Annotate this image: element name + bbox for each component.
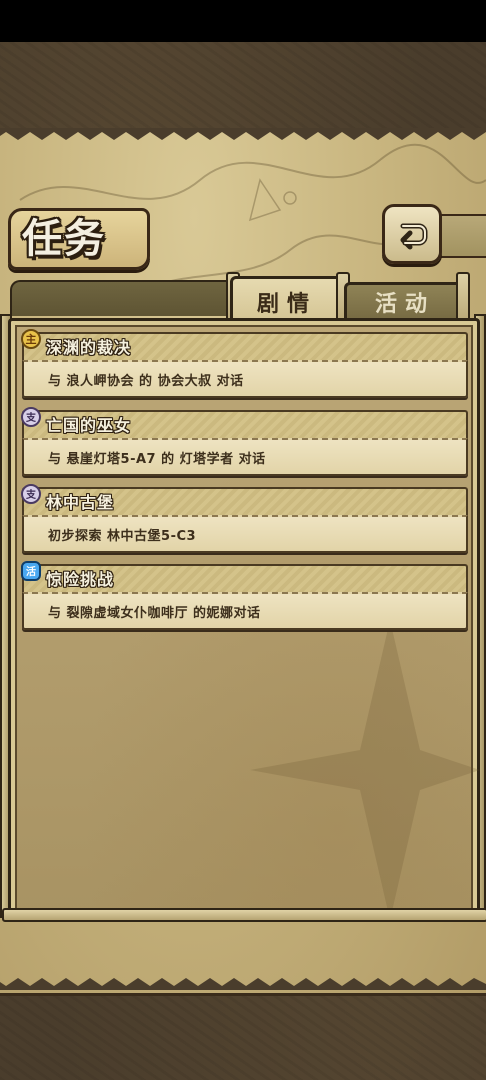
side-quest-icon: 支: [21, 484, 41, 504]
quest-description: 与 悬崖灯塔5-A7 的 灯塔学者 对话: [48, 452, 266, 467]
svg-text:支: 支: [25, 488, 37, 501]
tab-event[interactable]: 活动: [344, 282, 466, 319]
quest-description: 初步探索 林中古堡5-C3: [48, 529, 197, 544]
main-quest-icon: 主: [21, 329, 41, 349]
status-bar-area: [0, 0, 486, 42]
torn-edge-bottom: [0, 978, 486, 990]
quest-card[interactable]: 支 林中古堡 初步探索 林中古堡5-C3: [21, 484, 468, 553]
quest-body: 与 悬崖灯塔5-A7 的 灯塔学者 对话: [22, 438, 468, 476]
back-button[interactable]: [382, 204, 442, 264]
page-title: 任务: [22, 215, 106, 262]
quest-card[interactable]: 活 惊险挑战 与 裂隙虚域女仆咖啡厅 的妮娜对话: [21, 561, 468, 630]
compass-star-decoration: [250, 620, 480, 920]
challenge-quest-icon: 活: [21, 561, 41, 581]
svg-text:活: 活: [26, 565, 36, 578]
quest-name: 深渊的裁决: [46, 338, 132, 357]
panel-bottom-rail: [2, 908, 486, 922]
quest-description: 与 裂隙虚域女仆咖啡厅 的妮娜对话: [48, 606, 261, 621]
svg-text:支: 支: [25, 411, 37, 424]
quest-name: 惊险挑战: [46, 570, 115, 589]
return-arrow-icon: [400, 223, 428, 250]
quest-name: 林中古堡: [46, 493, 115, 512]
quest-body: 与 裂隙虚域女仆咖啡厅 的妮娜对话: [22, 592, 468, 630]
quest-body: 初步探索 林中古堡5-C3: [22, 515, 468, 553]
quest-description: 与 浪人岬协会 的 协会大叔 对话: [48, 374, 244, 389]
quest-card[interactable]: 主 深渊的裁决 与 浪人岬协会 的 协会大叔 对话: [21, 329, 468, 398]
svg-text:主: 主: [26, 332, 37, 346]
quest-card[interactable]: 支 亡国的巫女 与 悬崖灯塔5-A7 的 灯塔学者 对话: [21, 407, 468, 476]
quest-body: 与 浪人岬协会 的 协会大叔 对话: [22, 360, 468, 398]
quest-name: 亡国的巫女: [46, 416, 132, 435]
tab-bar-filler: [10, 280, 234, 316]
tab-post: [456, 272, 470, 324]
side-quest-icon: 支: [21, 407, 41, 427]
